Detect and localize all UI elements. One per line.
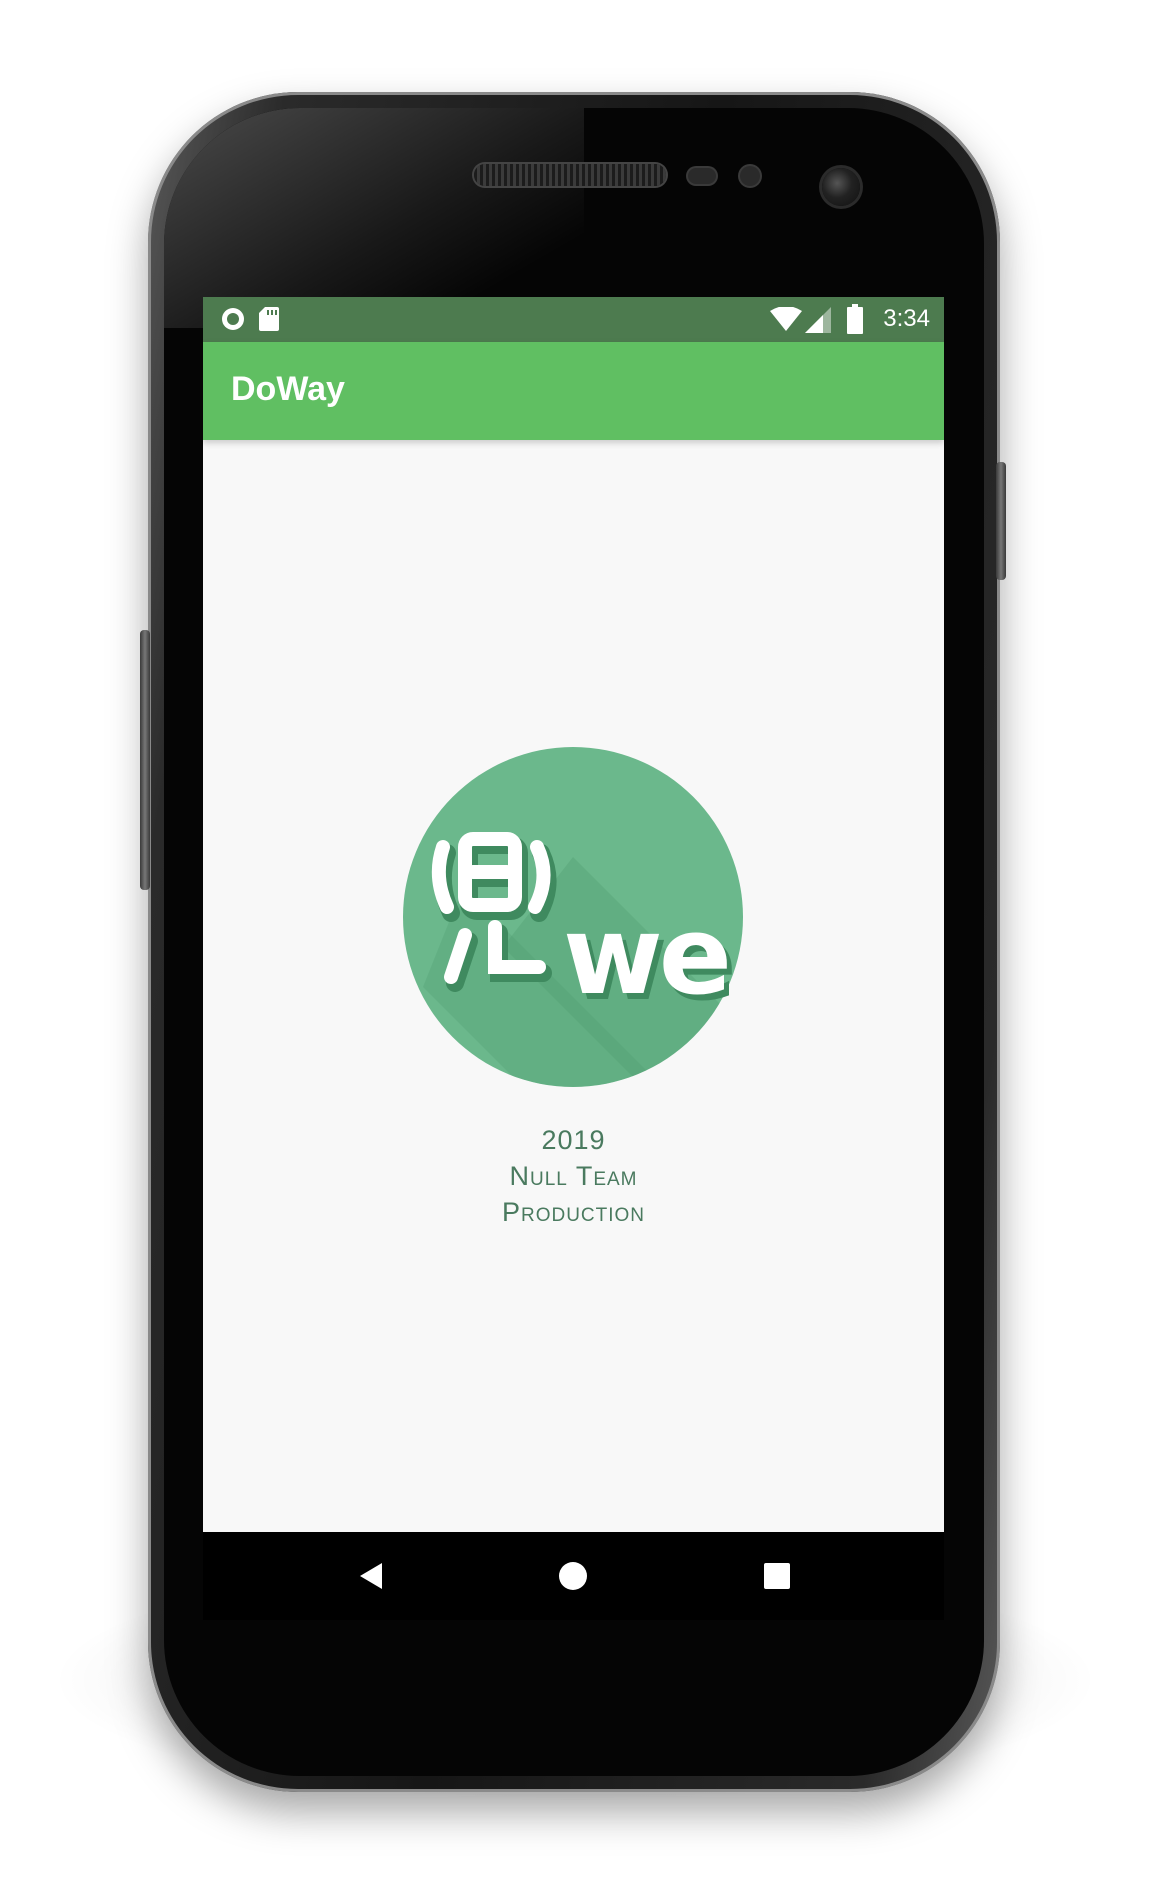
battery-icon (847, 304, 863, 334)
cell-signal-icon (805, 307, 831, 333)
home-icon (559, 1562, 587, 1590)
credit-team: Null Team (509, 1161, 638, 1191)
logo-text: we (563, 894, 732, 1019)
sd-card-icon (259, 306, 279, 332)
credit-year: 2019 (541, 1125, 606, 1155)
recents-button[interactable] (751, 1550, 803, 1602)
status-time: 3:34 (883, 305, 930, 332)
proximity-sensor (688, 168, 716, 184)
bezel-glare (164, 108, 584, 328)
power-button (996, 462, 1006, 580)
back-icon (360, 1563, 382, 1589)
recents-icon (764, 1563, 790, 1589)
light-sensor (740, 166, 760, 186)
device-mockup: 3:34 DoWay we 2019 Null Team Production (0, 0, 1151, 1903)
record-icon (221, 307, 245, 331)
front-camera (822, 168, 860, 206)
back-button[interactable] (345, 1550, 397, 1602)
credit-production: Production (501, 1197, 646, 1227)
wifi-icon (770, 306, 802, 333)
app-logo: we (403, 747, 743, 1087)
status-bar: 3:34 (203, 297, 944, 342)
app-bar: DoWay (203, 342, 944, 440)
earpiece-speaker (474, 164, 666, 186)
app-title: DoWay (231, 370, 345, 408)
volume-button (140, 630, 150, 890)
screen: 3:34 DoWay we 2019 Null Team Production (203, 297, 944, 1532)
navigation-bar (203, 1532, 944, 1620)
credits-text: 2019 Null Team Production (203, 1122, 944, 1230)
home-button[interactable] (547, 1550, 599, 1602)
